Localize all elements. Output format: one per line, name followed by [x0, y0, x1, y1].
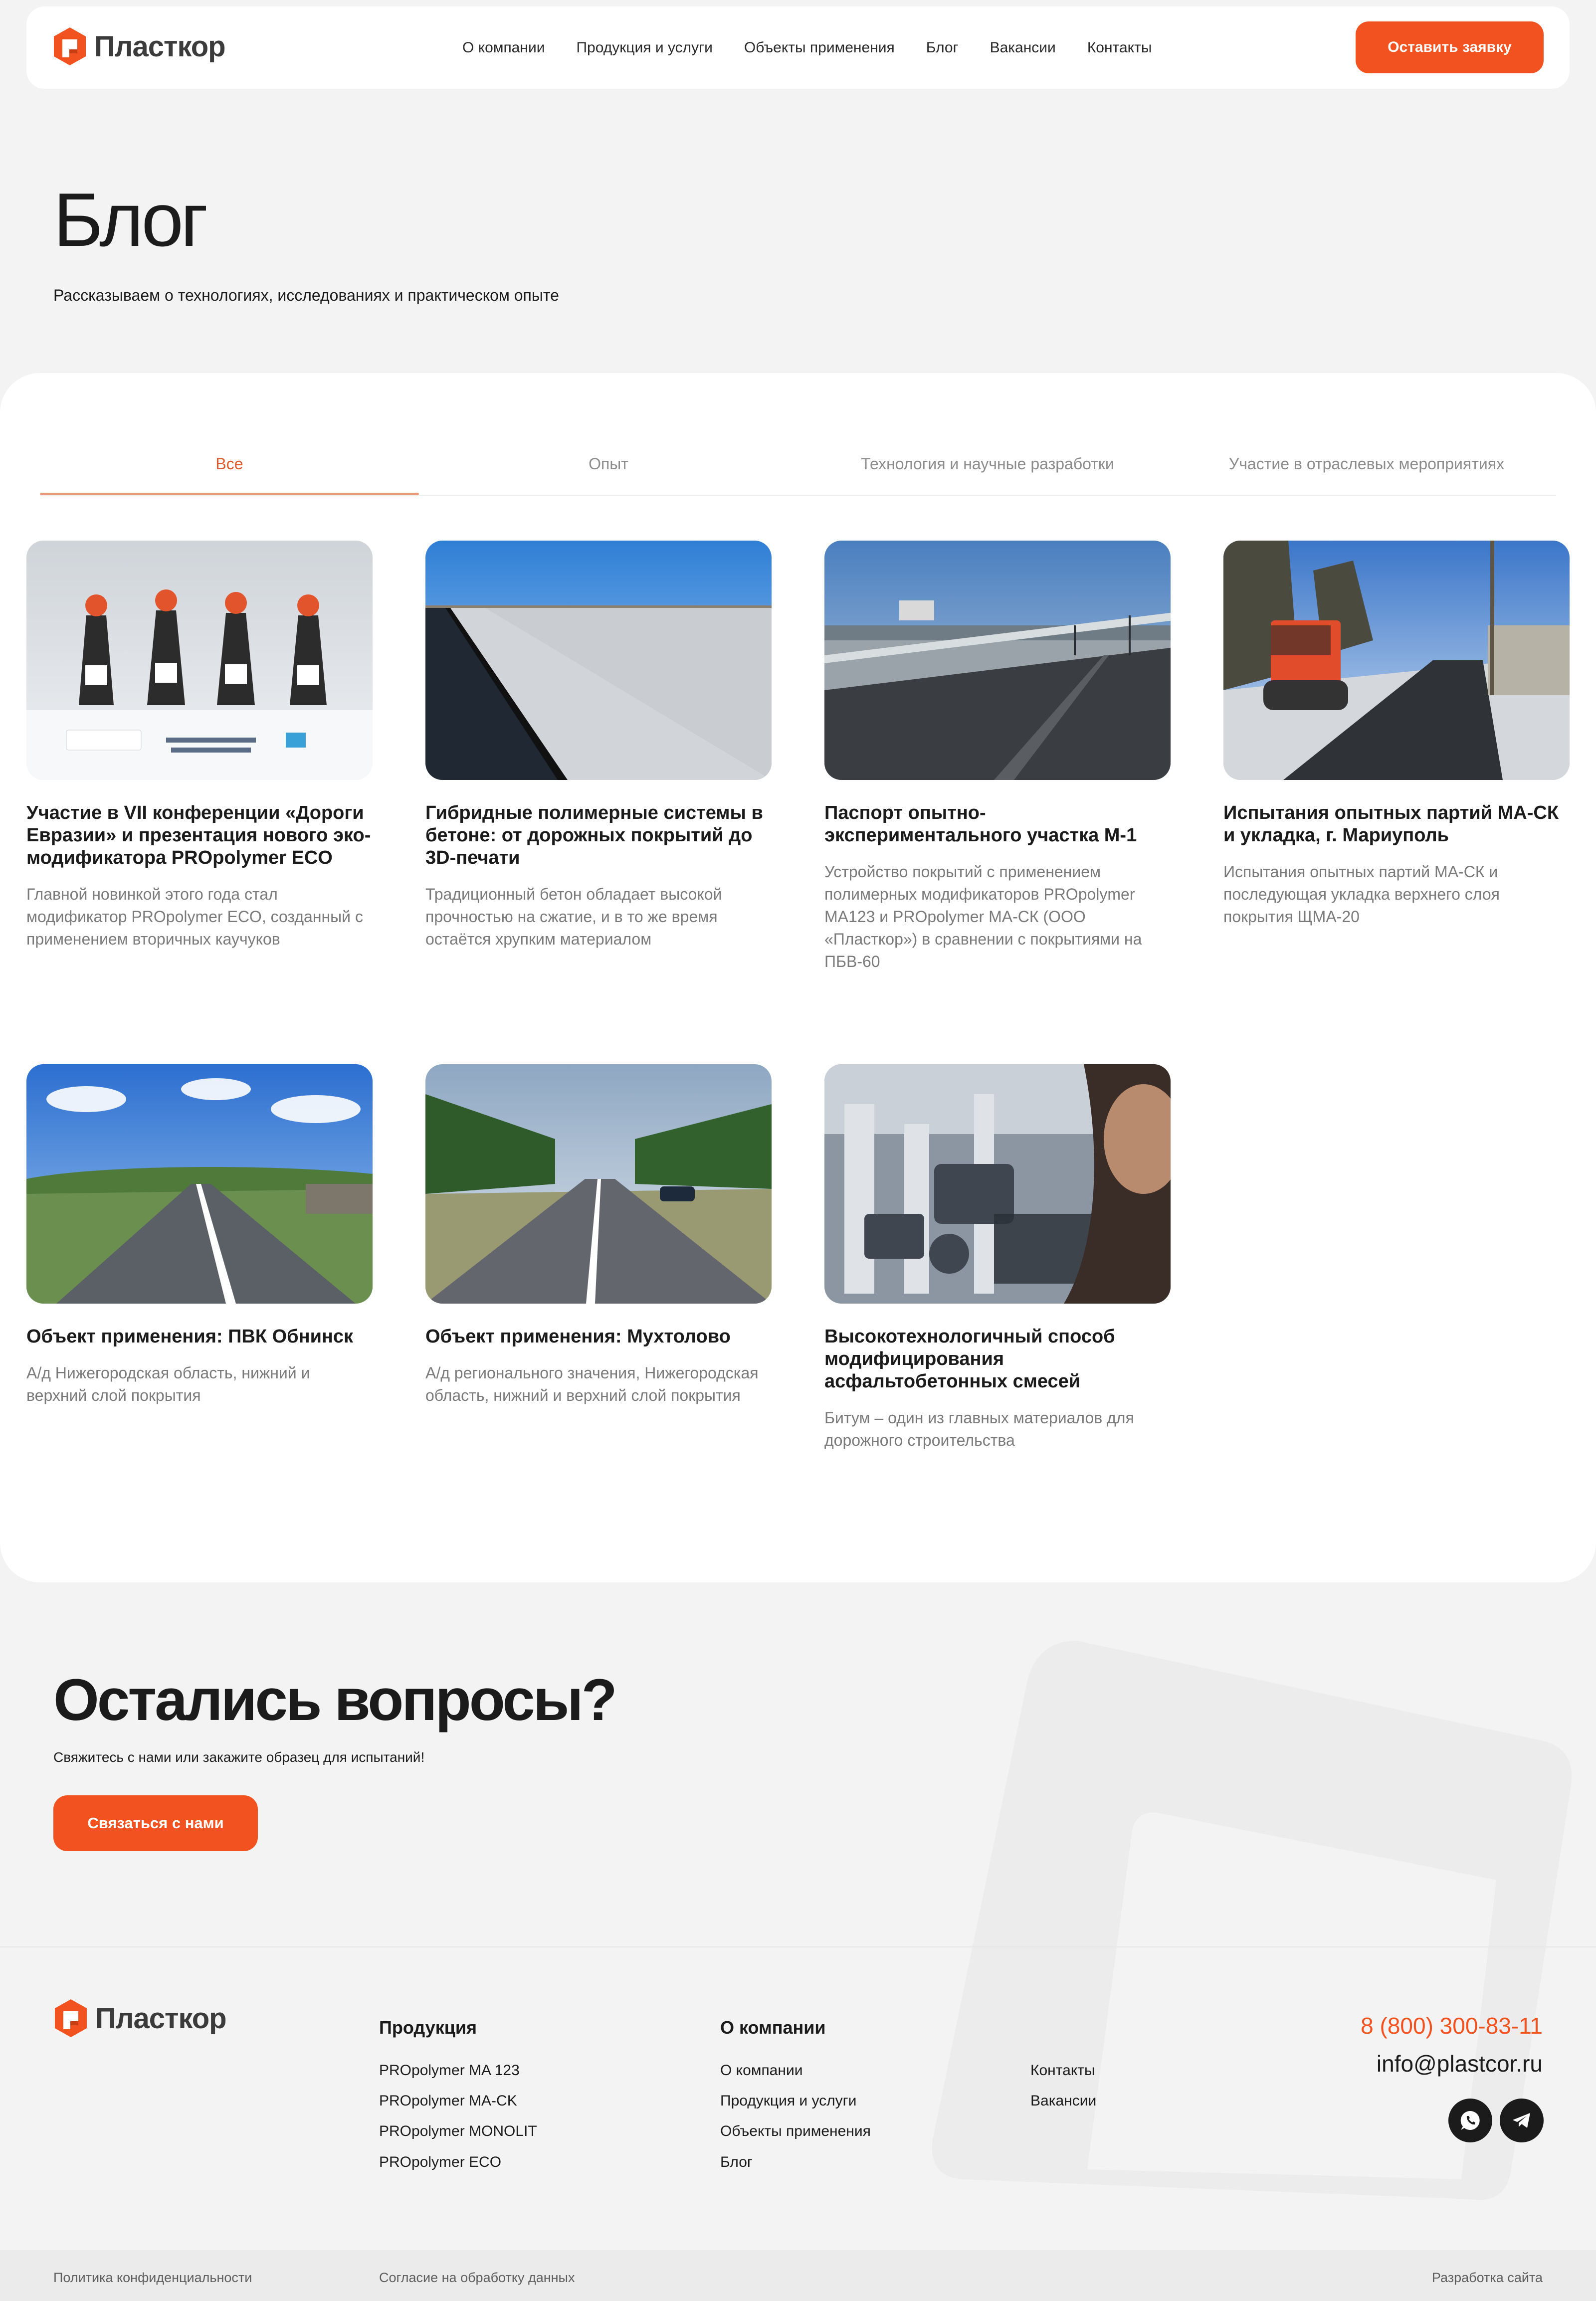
post-image[interactable] — [425, 1064, 772, 1304]
request-button[interactable]: Оставить заявку — [1356, 21, 1544, 73]
post-image[interactable] — [26, 1064, 373, 1304]
logo-text: Пласткор — [94, 30, 226, 63]
logo-icon — [54, 27, 86, 65]
telegram-icon — [1513, 2113, 1530, 2128]
post-title[interactable]: Испытания опытных партий МА-СК и укладка… — [1223, 802, 1570, 847]
post-image-obninsk-road — [26, 1064, 373, 1304]
post-image-road-works — [1223, 541, 1570, 780]
nav-contacts[interactable]: Контакты — [1087, 39, 1152, 56]
post-title[interactable]: Участие в VII конференции «Дороги Еврази… — [26, 802, 373, 869]
post-image-concrete — [425, 541, 772, 780]
footer-link[interactable]: PROpolymer MONOLIT — [379, 2123, 537, 2140]
footer-email[interactable]: info@plastcor.ru — [1377, 2050, 1543, 2077]
nav-vacancies[interactable]: Вакансии — [990, 39, 1056, 56]
post-image-laboratory — [824, 1064, 1171, 1304]
footer-phone[interactable]: 8 (800) 300-83-11 — [1361, 2012, 1543, 2039]
footer-link[interactable]: Вакансии — [1030, 2093, 1096, 2109]
nav-objects[interactable]: Объекты применения — [744, 39, 895, 56]
post-image[interactable] — [824, 1064, 1171, 1304]
footer-logo[interactable]: Пласткор — [53, 1998, 227, 2038]
footer-link[interactable]: Объекты применения — [720, 2123, 871, 2140]
post-image[interactable] — [26, 541, 373, 780]
cta-subtitle: Свяжитесь с нами или закажите образец дл… — [53, 1749, 425, 1765]
contact-us-button[interactable]: Связаться с нами — [53, 1795, 258, 1851]
post-image[interactable] — [824, 541, 1171, 780]
post-excerpt: Битум – один из главных материалов для д… — [824, 1409, 1134, 1449]
footer-link[interactable]: PROpolymer MA 123 — [379, 2062, 520, 2079]
post-title[interactable]: Объект применения: ПВК Обнинск — [26, 1326, 373, 1348]
post-excerpt: Традиционный бетон обладает высокой проч… — [425, 885, 722, 948]
logo[interactable]: Пласткор — [52, 26, 226, 66]
post-card[interactable]: Высокотехнологичный способ модифицирован… — [824, 1064, 1171, 1452]
footer-link[interactable]: PROpolymer MA-CK — [379, 2093, 517, 2109]
post-card[interactable]: Объект применения: ПВК Обнинск А/д Нижег… — [26, 1064, 373, 1407]
post-excerpt: Устройство покрытий с применением полиме… — [824, 863, 1142, 970]
nav-about[interactable]: О компании — [462, 39, 545, 56]
post-title[interactable]: Объект применения: Мухтолово — [425, 1326, 772, 1348]
post-image[interactable] — [425, 541, 772, 780]
post-image-mukhtolovo-road — [425, 1064, 772, 1304]
footer-products-heading: Продукция — [379, 2017, 477, 2038]
footer-link[interactable]: О компании — [720, 2062, 802, 2079]
post-card[interactable]: Испытания опытных партий МА-СК и укладка… — [1223, 541, 1570, 928]
footer-link[interactable]: Продукция и услуги — [720, 2093, 856, 2109]
tab-events[interactable]: Участие в отраслевых мероприятиях — [1177, 455, 1556, 473]
footer-divider — [0, 1946, 1596, 1947]
tab-technology[interactable]: Технология и научные разработки — [798, 455, 1177, 473]
post-title[interactable]: Высокотехнологичный способ модифицирован… — [824, 1326, 1171, 1393]
footer-link[interactable]: Блог — [720, 2154, 753, 2171]
telegram-button[interactable] — [1500, 2099, 1544, 2142]
active-tab-indicator — [40, 493, 419, 495]
footer-link[interactable]: Контакты — [1030, 2062, 1095, 2079]
logo-icon — [55, 1999, 87, 2037]
tab-all[interactable]: Все — [40, 455, 419, 473]
page-subtitle: Рассказываем о технологиях, исследования… — [53, 286, 559, 304]
nav-products[interactable]: Продукция и услуги — [576, 39, 712, 56]
post-card[interactable]: Объект применения: Мухтолово А/д региона… — [425, 1064, 772, 1407]
post-image[interactable] — [1223, 541, 1570, 780]
page-title: Блог — [53, 178, 208, 262]
footer-link[interactable]: PROpolymer ECO — [379, 2154, 501, 2171]
logo-text: Пласткор — [95, 2002, 227, 2035]
main-nav: О компании Продукция и услуги Объекты пр… — [462, 6, 1183, 89]
post-title[interactable]: Паспорт опытно-экспериментального участк… — [824, 802, 1171, 847]
post-excerpt: А/д регионального значения, Нижегородска… — [425, 1364, 759, 1404]
whatsapp-icon — [1460, 2110, 1480, 2130]
post-excerpt: Главной новинкой этого года стал модифик… — [26, 885, 363, 948]
post-title[interactable]: Гибридные полимерные системы в бетоне: о… — [425, 802, 772, 869]
logo-watermark — [932, 1641, 1572, 2200]
post-card[interactable]: Участие в VII конференции «Дороги Еврази… — [26, 541, 373, 951]
footer-company-heading: О компании — [720, 2017, 826, 2038]
developer-link[interactable]: Разработка сайта — [1432, 2270, 1543, 2286]
consent-link[interactable]: Согласие на обработку данных — [379, 2270, 575, 2286]
post-image-highway — [824, 541, 1171, 780]
post-card[interactable]: Гибридные полимерные системы в бетоне: о… — [425, 541, 772, 951]
site-header: Пласткор О компании Продукция и услуги О… — [26, 6, 1570, 89]
tab-experience[interactable]: Опыт — [419, 455, 798, 473]
whatsapp-button[interactable] — [1448, 2099, 1492, 2142]
post-card[interactable]: Паспорт опытно-экспериментального участк… — [824, 541, 1171, 973]
post-excerpt: Испытания опытных партий МА-СК и последу… — [1223, 863, 1500, 926]
post-excerpt: А/д Нижегородская область, нижний и верх… — [26, 1364, 310, 1404]
nav-blog[interactable]: Блог — [926, 39, 959, 56]
post-image-conference — [26, 541, 373, 780]
cta-title: Остались вопросы? — [53, 1667, 617, 1733]
privacy-link[interactable]: Политика конфиденциальности — [53, 2270, 252, 2286]
